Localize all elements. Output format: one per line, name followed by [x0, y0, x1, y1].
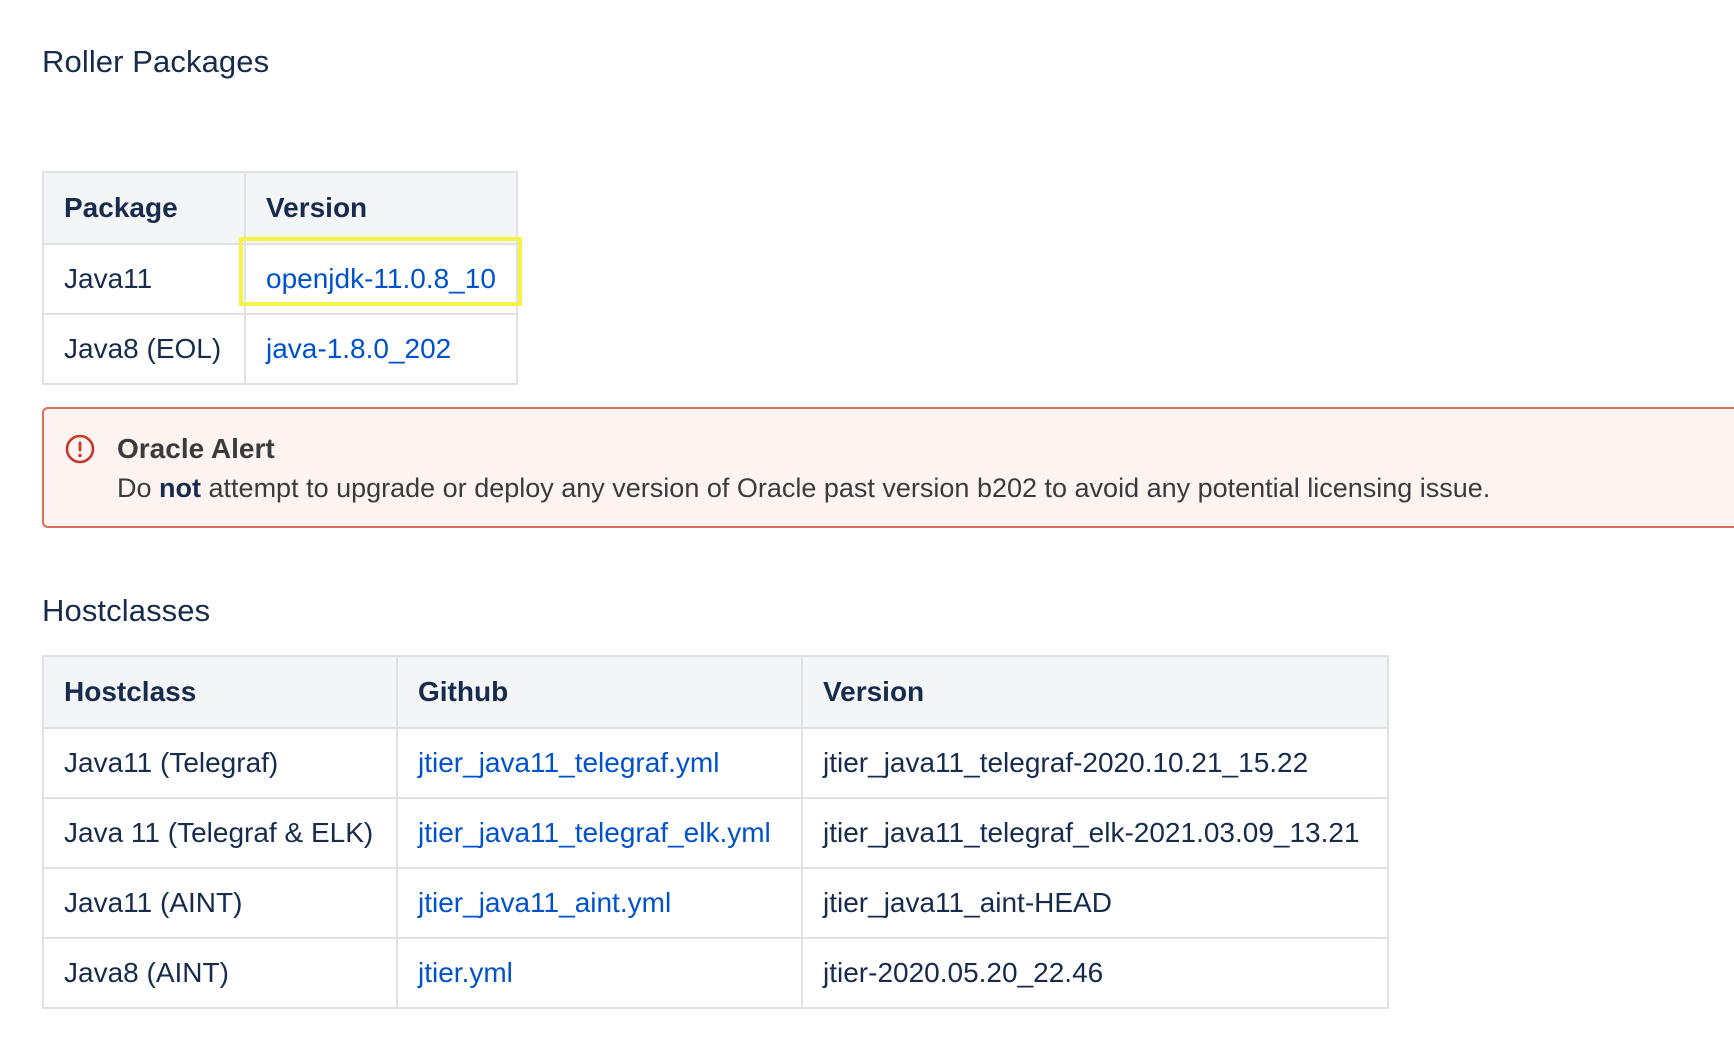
- version-cell: openjdk-11.0.8_10: [244, 243, 518, 315]
- error-circle-icon: [65, 434, 95, 464]
- table-row: Java8 (EOL) java-1.8.0_202: [42, 313, 518, 385]
- roller-packages-table: Package Version Java11 openjdk-11.0.8_10…: [42, 171, 518, 385]
- header-github: Github: [396, 655, 803, 729]
- hostclass-cell: Java11 (AINT): [42, 867, 398, 939]
- roller-packages-heading: Roller Packages: [42, 44, 270, 79]
- hostclasses-heading: Hostclasses: [42, 593, 211, 628]
- confluence-page: Roller Packages Package Version Java11 o…: [0, 0, 1734, 1064]
- github-link[interactable]: jtier_java11_telegraf.yml: [418, 747, 719, 778]
- version-cell: jtier_java11_aint-HEAD: [801, 867, 1389, 939]
- package-cell: Java11: [42, 243, 246, 315]
- table-header-row: Hostclass Github Version: [42, 655, 1389, 729]
- github-cell: jtier.yml: [396, 937, 803, 1009]
- header-hostclass: Hostclass: [42, 655, 398, 729]
- version-cell: jtier_java11_telegraf_elk-2021.03.09_13.…: [801, 797, 1389, 869]
- alert-body: Do not attempt to upgrade or deploy any …: [117, 473, 1490, 504]
- github-link[interactable]: jtier.yml: [418, 957, 513, 988]
- oracle-alert-panel: Oracle Alert Do not attempt to upgrade o…: [42, 407, 1734, 528]
- version-cell: java-1.8.0_202: [244, 313, 518, 385]
- hostclasses-table: Hostclass Github Version Java11 (Telegra…: [42, 655, 1389, 1009]
- table-row: Java11 (AINT) jtier_java11_aint.yml jtie…: [42, 867, 1389, 939]
- table-row: Java11 openjdk-11.0.8_10: [42, 243, 518, 315]
- hostclass-cell: Java8 (AINT): [42, 937, 398, 1009]
- alert-body-prefix: Do: [117, 473, 152, 503]
- alert-body-bold: not: [159, 473, 202, 503]
- table-header-row: Package Version: [42, 171, 518, 245]
- github-cell: jtier_java11_aint.yml: [396, 867, 803, 939]
- github-link[interactable]: jtier_java11_telegraf_elk.yml: [418, 817, 771, 848]
- header-version: Version: [244, 171, 518, 245]
- version-link[interactable]: java-1.8.0_202: [266, 333, 451, 364]
- table-row: Java11 (Telegraf) jtier_java11_telegraf.…: [42, 727, 1389, 799]
- version-cell: jtier_java11_telegraf-2020.10.21_15.22: [801, 727, 1389, 799]
- alert-body-suffix: attempt to upgrade or deploy any version…: [208, 473, 1491, 503]
- hostclass-cell: Java 11 (Telegraf & ELK): [42, 797, 398, 869]
- table-row: Java 11 (Telegraf & ELK) jtier_java11_te…: [42, 797, 1389, 869]
- github-cell: jtier_java11_telegraf_elk.yml: [396, 797, 803, 869]
- table-row: Java8 (AINT) jtier.yml jtier-2020.05.20_…: [42, 937, 1389, 1009]
- header-package: Package: [42, 171, 246, 245]
- hostclass-cell: Java11 (Telegraf): [42, 727, 398, 799]
- github-link[interactable]: jtier_java11_aint.yml: [418, 887, 671, 918]
- github-cell: jtier_java11_telegraf.yml: [396, 727, 803, 799]
- header-version: Version: [801, 655, 1389, 729]
- version-cell: jtier-2020.05.20_22.46: [801, 937, 1389, 1009]
- alert-title: Oracle Alert: [117, 433, 275, 464]
- package-cell: Java8 (EOL): [42, 313, 246, 385]
- version-link[interactable]: openjdk-11.0.8_10: [266, 263, 496, 294]
